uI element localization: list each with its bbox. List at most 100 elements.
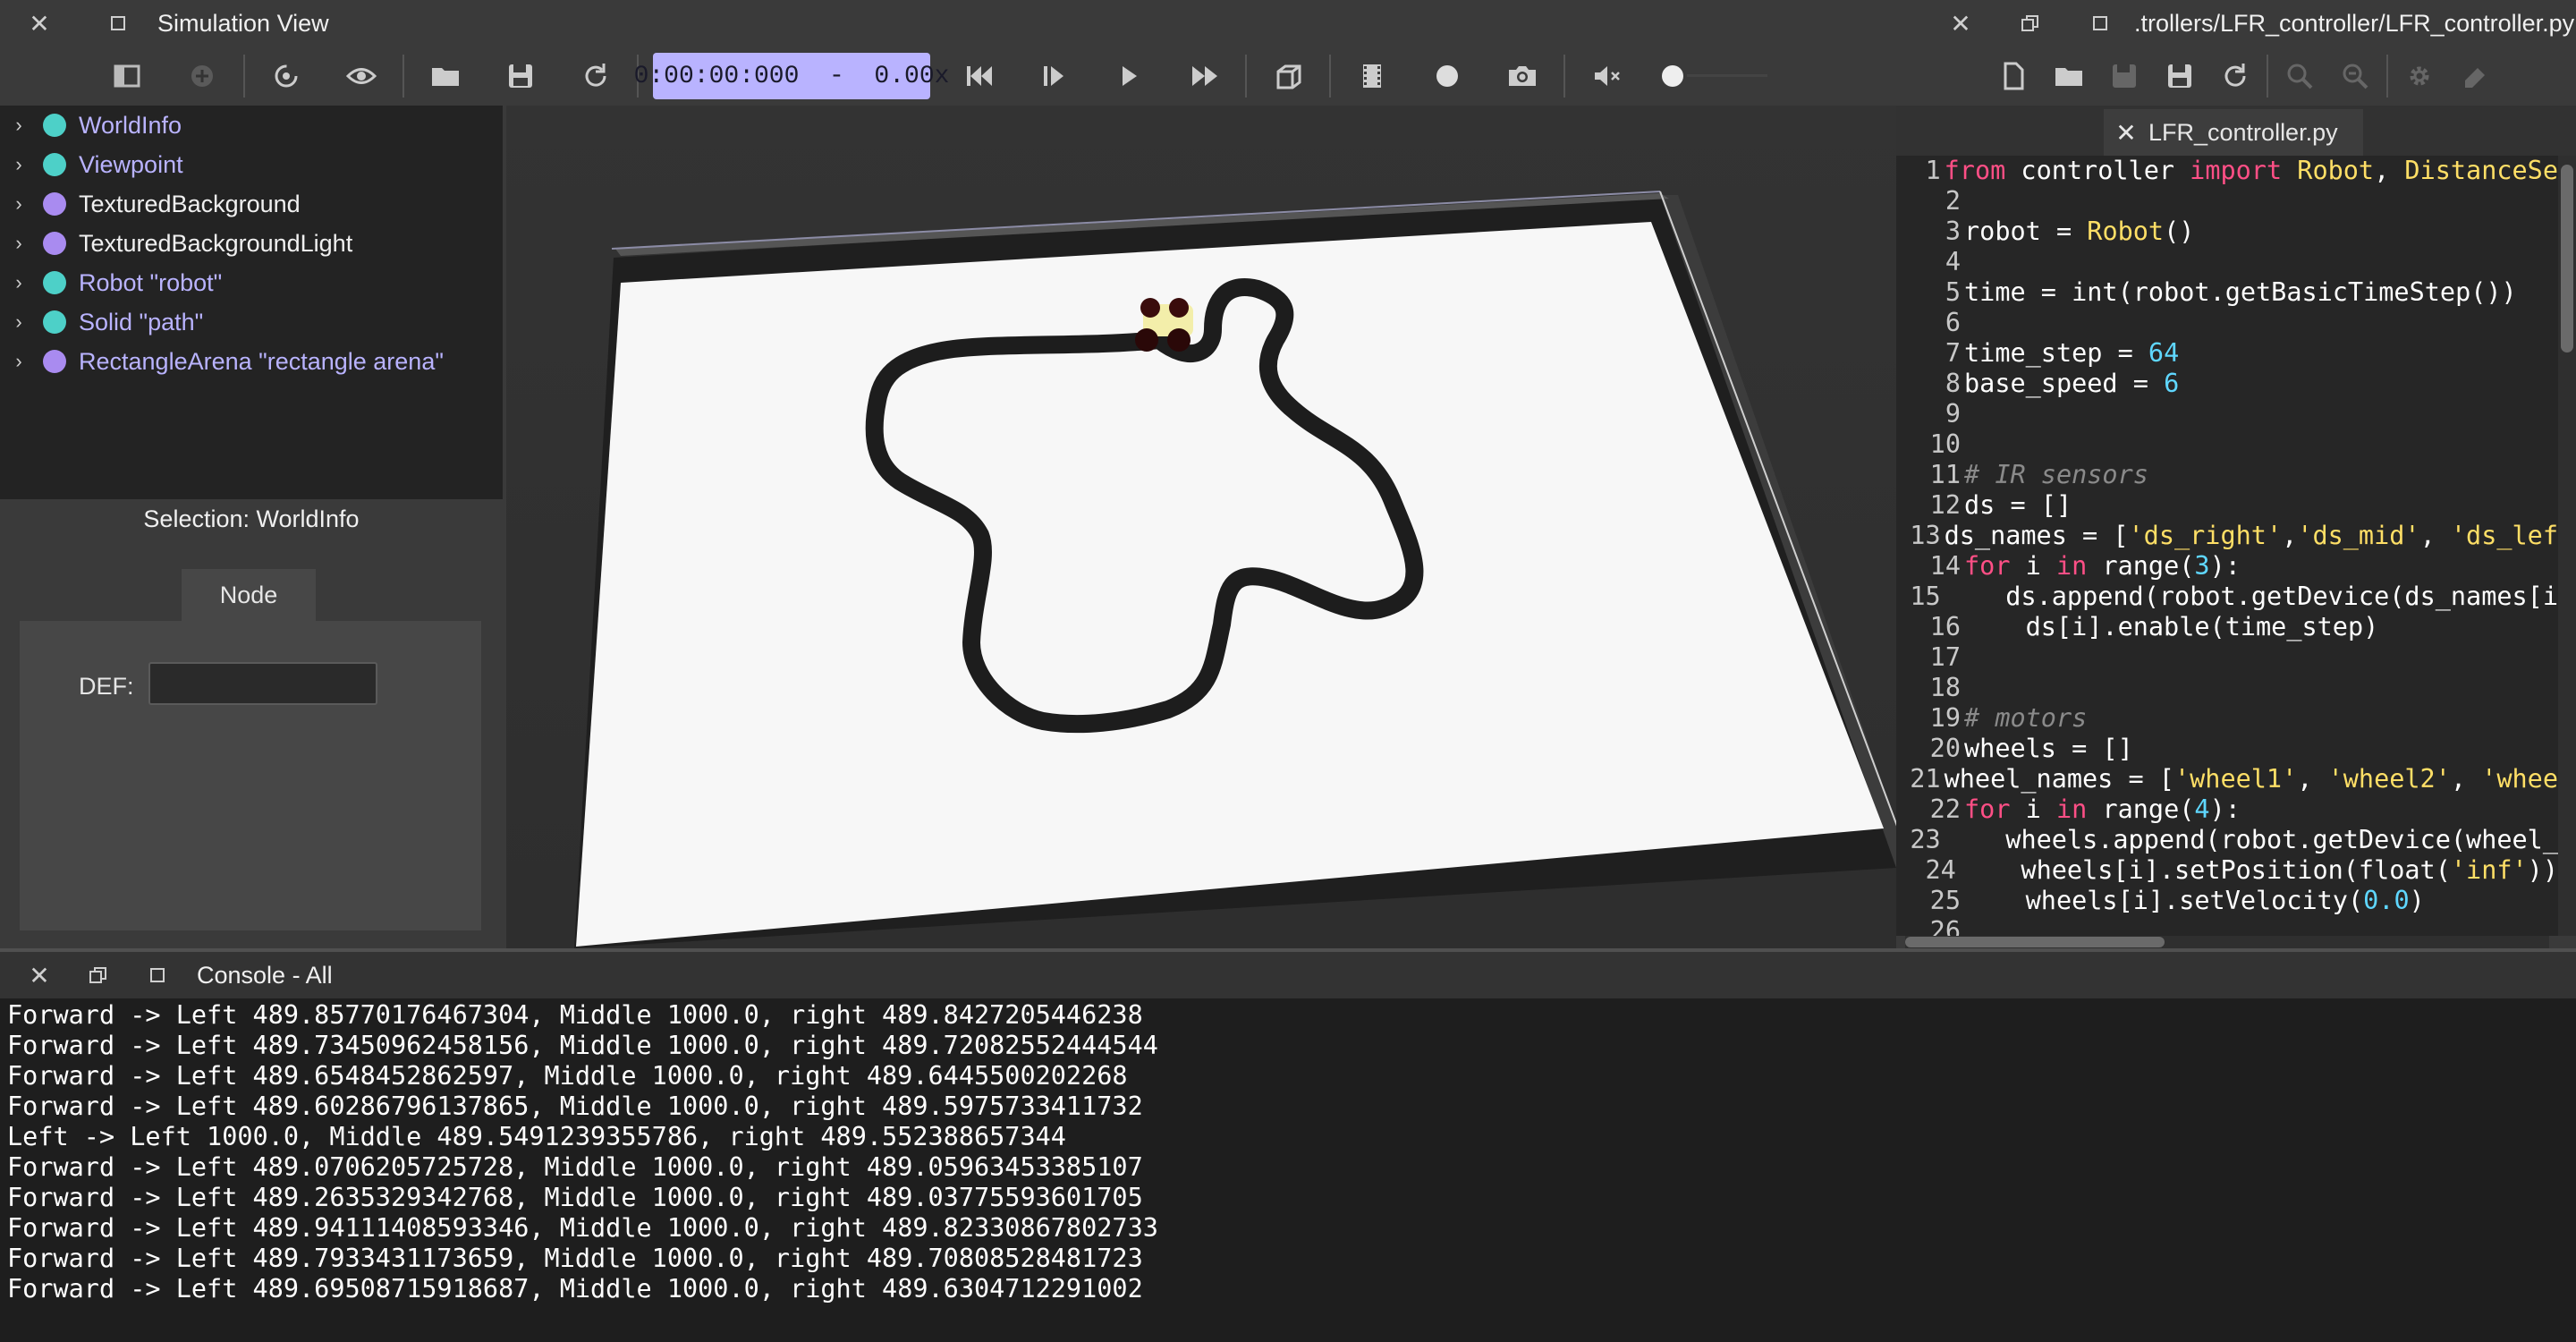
save-file-button[interactable] [2097, 49, 2152, 103]
add-node-button[interactable] [165, 49, 240, 103]
revert-file-button[interactable] [2207, 49, 2263, 103]
save-world-icon [509, 64, 532, 88]
code-token: time = int(robot.getBasicTimeStep()) [1964, 277, 2517, 307]
clean-button[interactable] [2447, 49, 2503, 103]
code-line[interactable]: 5 time = int(robot.getBasicTimeStep()) [1896, 277, 2558, 308]
line-number: 7 [1945, 338, 1961, 368]
record-button[interactable] [1410, 49, 1485, 103]
code-line[interactable]: 19 # motors [1896, 703, 2558, 734]
code-token: 0.0 [2363, 886, 2410, 915]
chevron-right-icon[interactable]: › [0, 350, 38, 373]
maximize-icon[interactable] [136, 954, 179, 997]
scene-tree-item[interactable]: › Solid "path" [0, 302, 503, 342]
code-line[interactable]: 16 ds[i].enable(time_step) [1896, 612, 2558, 642]
step-button[interactable] [1016, 49, 1091, 103]
code-line[interactable]: 13 ds_names = ['ds_right','ds_mid', 'ds_l… [1896, 521, 2558, 551]
file-tab-label: LFR_controller.py [2148, 118, 2338, 146]
float-icon[interactable] [2009, 2, 2052, 45]
code-horizontal-scrollbar[interactable] [1905, 936, 2549, 948]
save-as-button[interactable] [2152, 49, 2207, 103]
chevron-right-icon[interactable]: › [0, 271, 38, 294]
reset-simulation-button[interactable] [941, 49, 1016, 103]
view-button[interactable] [324, 49, 399, 103]
code-line[interactable]: 4 [1896, 247, 2558, 277]
code-line[interactable]: 17 [1896, 642, 2558, 673]
code-line[interactable]: 21 wheel_names = ['wheel1', 'wheel2', 'wh… [1896, 764, 2558, 794]
close-icon[interactable]: ✕ [18, 954, 61, 997]
scene-tree-item[interactable]: › TexturedBackground [0, 184, 503, 224]
code-line[interactable]: 14 for i in range(3): [1896, 551, 2558, 582]
code-token: robot = [1964, 217, 2088, 246]
save-world-button[interactable] [483, 49, 558, 103]
fast-forward-button[interactable] [1166, 49, 1241, 103]
code-text: wheels.append(robot.getDevice(wheel_ [1945, 825, 2558, 855]
console-output[interactable]: Forward -> Left 489.85770176467304, Midd… [0, 998, 2576, 1342]
find-button[interactable] [2272, 49, 2327, 103]
code-line[interactable]: 12 ds = [] [1896, 490, 2558, 521]
scene-tree-item[interactable]: › TexturedBackgroundLight [0, 224, 503, 263]
3d-viewport[interactable] [506, 106, 1896, 948]
search-replace-icon [2343, 64, 2368, 89]
tab-lfr-controller[interactable]: ✕ LFR_controller.py [2104, 109, 2363, 156]
scrollbar-thumb[interactable] [1905, 937, 2165, 947]
maximize-icon[interactable] [2079, 2, 2122, 45]
code-line[interactable]: 10 [1896, 429, 2558, 460]
scene-tree-item[interactable]: › WorldInfo [0, 106, 503, 145]
code-line[interactable]: 20 wheels = [] [1896, 734, 2558, 764]
code-line[interactable]: 25 wheels[i].setVelocity(0.0) [1896, 886, 2558, 916]
code-line[interactable]: 7 time_step = 64 [1896, 338, 2558, 369]
code-line[interactable]: 2 [1896, 186, 2558, 217]
code-line[interactable]: 1 from controller import Robot, DistanceS… [1896, 156, 2558, 186]
code-text: wheels[i].setPosition(float('inf')) [1960, 855, 2558, 886]
maximize-icon[interactable] [97, 2, 140, 45]
code-token: in [2055, 551, 2088, 581]
tab-node[interactable]: Node [182, 569, 316, 621]
scrollbar-thumb[interactable] [2561, 165, 2573, 352]
scene-tree-item[interactable]: › Robot "robot" [0, 263, 503, 302]
mute-button[interactable] [1569, 49, 1644, 103]
chevron-right-icon[interactable]: › [0, 192, 38, 216]
open-file-button[interactable] [2041, 49, 2097, 103]
code-line[interactable]: 9 [1896, 399, 2558, 429]
close-tab-icon[interactable]: ✕ [2104, 118, 2148, 148]
code-line[interactable]: 15 ds.append(robot.getDevice(ds_names[i [1896, 582, 2558, 612]
code-line[interactable]: 8 base_speed = 6 [1896, 369, 2558, 399]
open-world-button[interactable] [408, 49, 483, 103]
node-type-icon [43, 271, 66, 294]
scene-tree-item[interactable]: › Viewpoint [0, 145, 503, 184]
rendering-icon [1276, 64, 1301, 89]
toggle-scene-tree-button[interactable] [89, 49, 165, 103]
scene-tree-item-label: RectangleArena "rectangle arena" [79, 347, 444, 375]
volume-slider[interactable] [1644, 49, 1769, 103]
code-editor[interactable]: 1 from controller import Robot, DistanceS… [1896, 156, 2558, 936]
code-line[interactable]: 3 robot = Robot() [1896, 217, 2558, 247]
code-line[interactable]: 11 # IR sensors [1896, 460, 2558, 490]
code-token: base_speed = [1964, 369, 2165, 398]
rendering-button[interactable] [1250, 49, 1326, 103]
code-line[interactable]: 22 for i in range(4): [1896, 794, 2558, 825]
record-movie-button[interactable] [1335, 49, 1410, 103]
close-icon[interactable]: ✕ [18, 2, 61, 45]
build-button[interactable] [2392, 49, 2447, 103]
close-icon[interactable]: ✕ [1939, 2, 1982, 45]
code-line[interactable]: 18 [1896, 673, 2558, 703]
reload-world-button[interactable] [249, 49, 324, 103]
new-file-button[interactable] [1986, 49, 2041, 103]
chevron-right-icon[interactable]: › [0, 232, 38, 255]
chevron-right-icon[interactable]: › [0, 153, 38, 176]
replace-button[interactable] [2327, 49, 2383, 103]
def-input[interactable] [148, 662, 377, 705]
code-line[interactable]: 6 [1896, 308, 2558, 338]
code-vertical-scrollbar[interactable] [2558, 156, 2576, 936]
screenshot-button[interactable] [1485, 49, 1560, 103]
chevron-right-icon[interactable]: › [0, 114, 38, 137]
scene-tree-item[interactable]: › RectangleArena "rectangle arena" [0, 342, 503, 381]
code-line[interactable]: 26 [1896, 916, 2558, 936]
play-button[interactable] [1091, 49, 1166, 103]
scene-tree[interactable]: › WorldInfo › Viewpoint › TexturedBackground ›… [0, 106, 503, 499]
revert-button[interactable] [558, 49, 633, 103]
code-line[interactable]: 24 wheels[i].setPosition(float('inf')) [1896, 855, 2558, 886]
chevron-right-icon[interactable]: › [0, 310, 38, 334]
float-icon[interactable] [77, 954, 120, 997]
code-line[interactable]: 23 wheels.append(robot.getDevice(wheel_ [1896, 825, 2558, 855]
